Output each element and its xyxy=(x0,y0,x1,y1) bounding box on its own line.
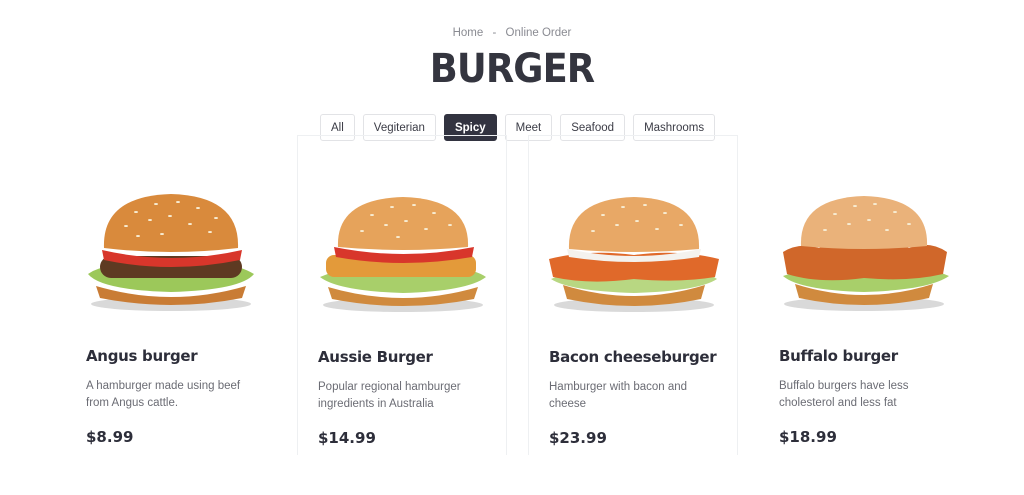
breadcrumb-home-link[interactable]: Home xyxy=(453,27,484,39)
product-name: Buffalo burger xyxy=(779,347,898,365)
product-price: $8.99 xyxy=(86,428,134,446)
aussie-burger-image xyxy=(320,197,486,312)
product-description: A hamburger made using beef from Angus c… xyxy=(86,380,241,409)
product-description: Hamburger with bacon and cheese xyxy=(549,381,688,410)
product-name: Bacon cheeseburger xyxy=(549,348,717,366)
product-card-aussie[interactable]: Aussie Burger Popular regional hamburger… xyxy=(297,135,507,455)
product-price: $14.99 xyxy=(318,429,376,447)
breadcrumb: Home - Online Order xyxy=(0,27,1024,39)
breadcrumb-separator: - xyxy=(492,27,497,39)
product-card-angus[interactable]: Angus burger A hamburger made using beef… xyxy=(66,135,276,455)
page-title: BURGER xyxy=(429,46,595,92)
product-description: Popular regional hamburger ingredients i… xyxy=(318,381,461,410)
product-price: $23.99 xyxy=(549,429,607,447)
breadcrumb-current: Online Order xyxy=(505,27,572,39)
buffalo-burger-image xyxy=(783,196,949,311)
product-card-buffalo[interactable]: Buffalo burger Buffalo burgers have less… xyxy=(759,135,969,455)
bacon-cheeseburger-image xyxy=(549,197,719,312)
product-description: Buffalo burgers have less cholesterol an… xyxy=(779,380,909,409)
product-name: Angus burger xyxy=(86,347,198,365)
product-price: $18.99 xyxy=(779,428,837,446)
product-card-bacon-cheeseburger[interactable]: Bacon cheeseburger Hamburger with bacon … xyxy=(528,135,738,455)
angus-burger-image xyxy=(88,194,254,311)
product-name: Aussie Burger xyxy=(318,348,433,366)
